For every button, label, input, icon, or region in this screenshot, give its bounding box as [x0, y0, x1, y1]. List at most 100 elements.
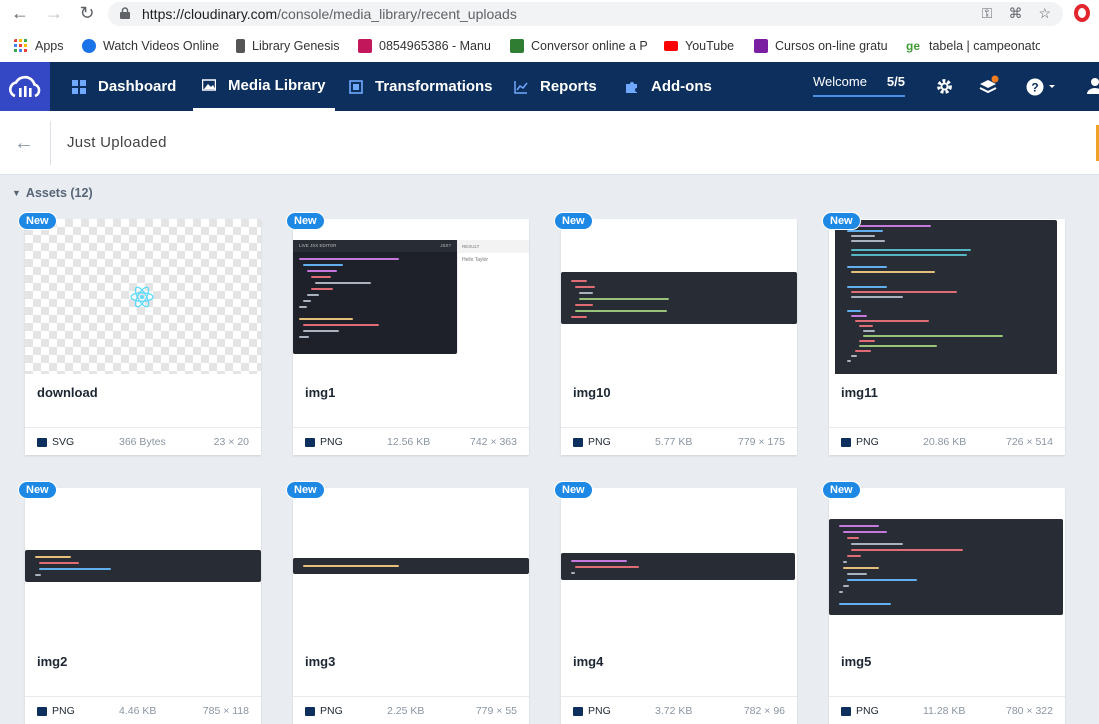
asset-format: SVG: [52, 436, 75, 448]
nav-media-library[interactable]: Media Library: [193, 62, 335, 111]
ge-icon: ge: [905, 39, 920, 53]
asset-thumbnail[interactable]: [293, 488, 529, 643]
asset-name: img11: [841, 385, 878, 400]
asset-thumbnail[interactable]: [25, 488, 261, 643]
bookmark-library-genesis[interactable]: Library Genesis: [236, 37, 344, 55]
nav-label: Transformations: [375, 78, 493, 95]
asset-dimensions: 779 × 55: [475, 705, 517, 717]
converter-icon: [510, 39, 524, 53]
nav-label: Dashboard: [98, 78, 177, 95]
assets-section-toggle[interactable]: ▼ Assets (12): [12, 186, 93, 200]
star-icon[interactable]: ☆: [1038, 5, 1051, 22]
nav-transformations[interactable]: Transformations: [349, 62, 493, 111]
cloud-logo-icon: [9, 75, 41, 97]
asset-thumbnail[interactable]: [561, 488, 797, 643]
url-path: /console/media_library/recent_uploads: [277, 6, 517, 22]
back-arrow-icon[interactable]: ←: [10, 3, 30, 23]
asset-format: PNG: [856, 436, 879, 448]
asset-name: download: [37, 385, 98, 400]
bookmark-conversor[interactable]: Conversor online a PI: [510, 37, 648, 55]
code-screenshot: [829, 519, 1063, 615]
user-account-icon[interactable]: [1086, 76, 1099, 96]
new-badge: New: [286, 212, 325, 230]
asset-size: 20.86 KB: [923, 436, 967, 448]
asset-dimensions: 23 × 20: [213, 436, 249, 448]
address-bar[interactable]: https://cloudinary.com/console/media_lib…: [108, 2, 1063, 26]
asset-thumbnail[interactable]: [25, 219, 261, 374]
asset-format: PNG: [52, 705, 75, 717]
opera-extension-icon[interactable]: [1074, 4, 1090, 22]
nav-dashboard[interactable]: Dashboard: [72, 62, 176, 111]
forward-arrow-icon[interactable]: →: [44, 3, 64, 23]
browser-toolbar: ← → ↻ https://cloudinary.com/console/med…: [0, 0, 1099, 62]
play-circle-icon: [82, 39, 96, 53]
result-pane: RESULT Hello Taylor: [457, 240, 529, 354]
bookmark-label: tabela | campeonato: [929, 39, 1040, 53]
asset-name: img4: [573, 654, 604, 669]
asset-card-img2[interactable]: New img2 PNG 4.46 KB 785 × 118: [18, 481, 261, 724]
asset-meta: PNG 3.72 KB 782 × 96: [561, 696, 797, 724]
asset-card-img1[interactable]: New LIVE JSX EDITOR JSX? RESULT Hello Tay…: [286, 212, 529, 455]
transformations-icon: [349, 79, 363, 94]
page-subheader: ← Just Uploaded: [0, 111, 1099, 175]
bookmark-label: Conversor online a PI: [531, 39, 648, 53]
asset-size: 4.46 KB: [119, 705, 157, 717]
top-navigation: Dashboard Media Library Transformations …: [0, 62, 1099, 111]
key-icon[interactable]: ⚿: [982, 5, 993, 22]
asset-card-download[interactable]: New download SVG 366 Bytes 23 × 20: [18, 212, 261, 455]
asset-thumbnail[interactable]: [829, 488, 1065, 643]
cloudinary-logo[interactable]: [0, 62, 50, 111]
divider: [50, 121, 51, 165]
asset-meta: SVG 366 Bytes 23 × 20: [25, 427, 261, 455]
whats-new-gift-icon[interactable]: [978, 75, 1000, 97]
welcome-progress[interactable]: Welcome 5/5: [813, 73, 905, 97]
bookmark-label: Library Genesis: [252, 39, 340, 53]
asset-dimensions: 780 × 322: [1005, 705, 1053, 717]
image-file-icon: [573, 437, 583, 447]
help-question-icon[interactable]: ?: [1026, 77, 1056, 97]
nav-addons[interactable]: Add-ons: [625, 62, 712, 111]
svg-text:?: ?: [1031, 81, 1038, 95]
reload-icon[interactable]: ↻: [77, 3, 97, 23]
bookmark-youtube[interactable]: YouTube: [664, 37, 740, 55]
new-badge: New: [822, 212, 861, 230]
bookmark-label: Cursos on-line gratuit: [775, 39, 888, 53]
asset-dimensions: 742 × 363: [469, 436, 517, 448]
nav-label: Add-ons: [651, 78, 712, 95]
asset-thumbnail[interactable]: [561, 219, 797, 374]
bookmark-tabela[interactable]: ge tabela | campeonato: [904, 37, 1040, 55]
asset-name: img2: [37, 654, 68, 669]
asset-thumbnail[interactable]: LIVE JSX EDITOR JSX? RESULT Hello Taylor: [293, 219, 529, 374]
new-badge: New: [18, 212, 57, 230]
asset-dimensions: 785 × 118: [202, 705, 249, 717]
asset-size: 11.28 KB: [923, 705, 966, 717]
url-host: https://cloudinary.com: [142, 6, 278, 22]
image-file-icon: [37, 706, 47, 716]
nav-label: Reports: [540, 78, 597, 95]
asset-card-img11[interactable]: New img11 PNG 20.86 KB 726 × 514: [822, 212, 1065, 455]
asset-card-img5[interactable]: New img5 PNG 11.28 KB 780 × 322: [822, 481, 1065, 724]
bookmark-cursos[interactable]: Cursos on-line gratuit: [754, 37, 888, 55]
nav-reports[interactable]: Reports: [514, 62, 597, 111]
addons-puzzle-icon: [626, 81, 637, 93]
image-file-icon: [305, 437, 315, 447]
asset-dimensions: 779 × 175: [737, 436, 785, 448]
new-badge: New: [286, 481, 325, 499]
asset-card-img3[interactable]: New img3 PNG 2.25 KB 779 × 55: [286, 481, 529, 724]
bookmark-apps[interactable]: Apps: [14, 37, 74, 55]
asset-meta: PNG 12.56 KB 742 × 363: [293, 427, 529, 455]
asset-card-img4[interactable]: New img4 PNG 3.72 KB 782 × 96: [554, 481, 797, 724]
translate-icon[interactable]: ⌘: [1008, 5, 1022, 22]
back-arrow-icon[interactable]: ←: [14, 132, 34, 155]
asset-name: img5: [841, 654, 872, 669]
bookmark-watch-videos[interactable]: Watch Videos Online: [82, 37, 220, 55]
asset-card-img10[interactable]: New img10 PNG 5.77 KB 779 × 175: [554, 212, 797, 455]
asset-name: img1: [305, 385, 336, 400]
settings-gear-icon[interactable]: [935, 77, 954, 96]
bookmark-manus[interactable]: 0854965386 - Manus: [358, 37, 490, 55]
asset-format: PNG: [320, 436, 343, 448]
image-file-icon: [841, 437, 851, 447]
code-screenshot: [561, 272, 797, 324]
new-badge: New: [554, 212, 593, 230]
asset-thumbnail[interactable]: [829, 219, 1065, 374]
